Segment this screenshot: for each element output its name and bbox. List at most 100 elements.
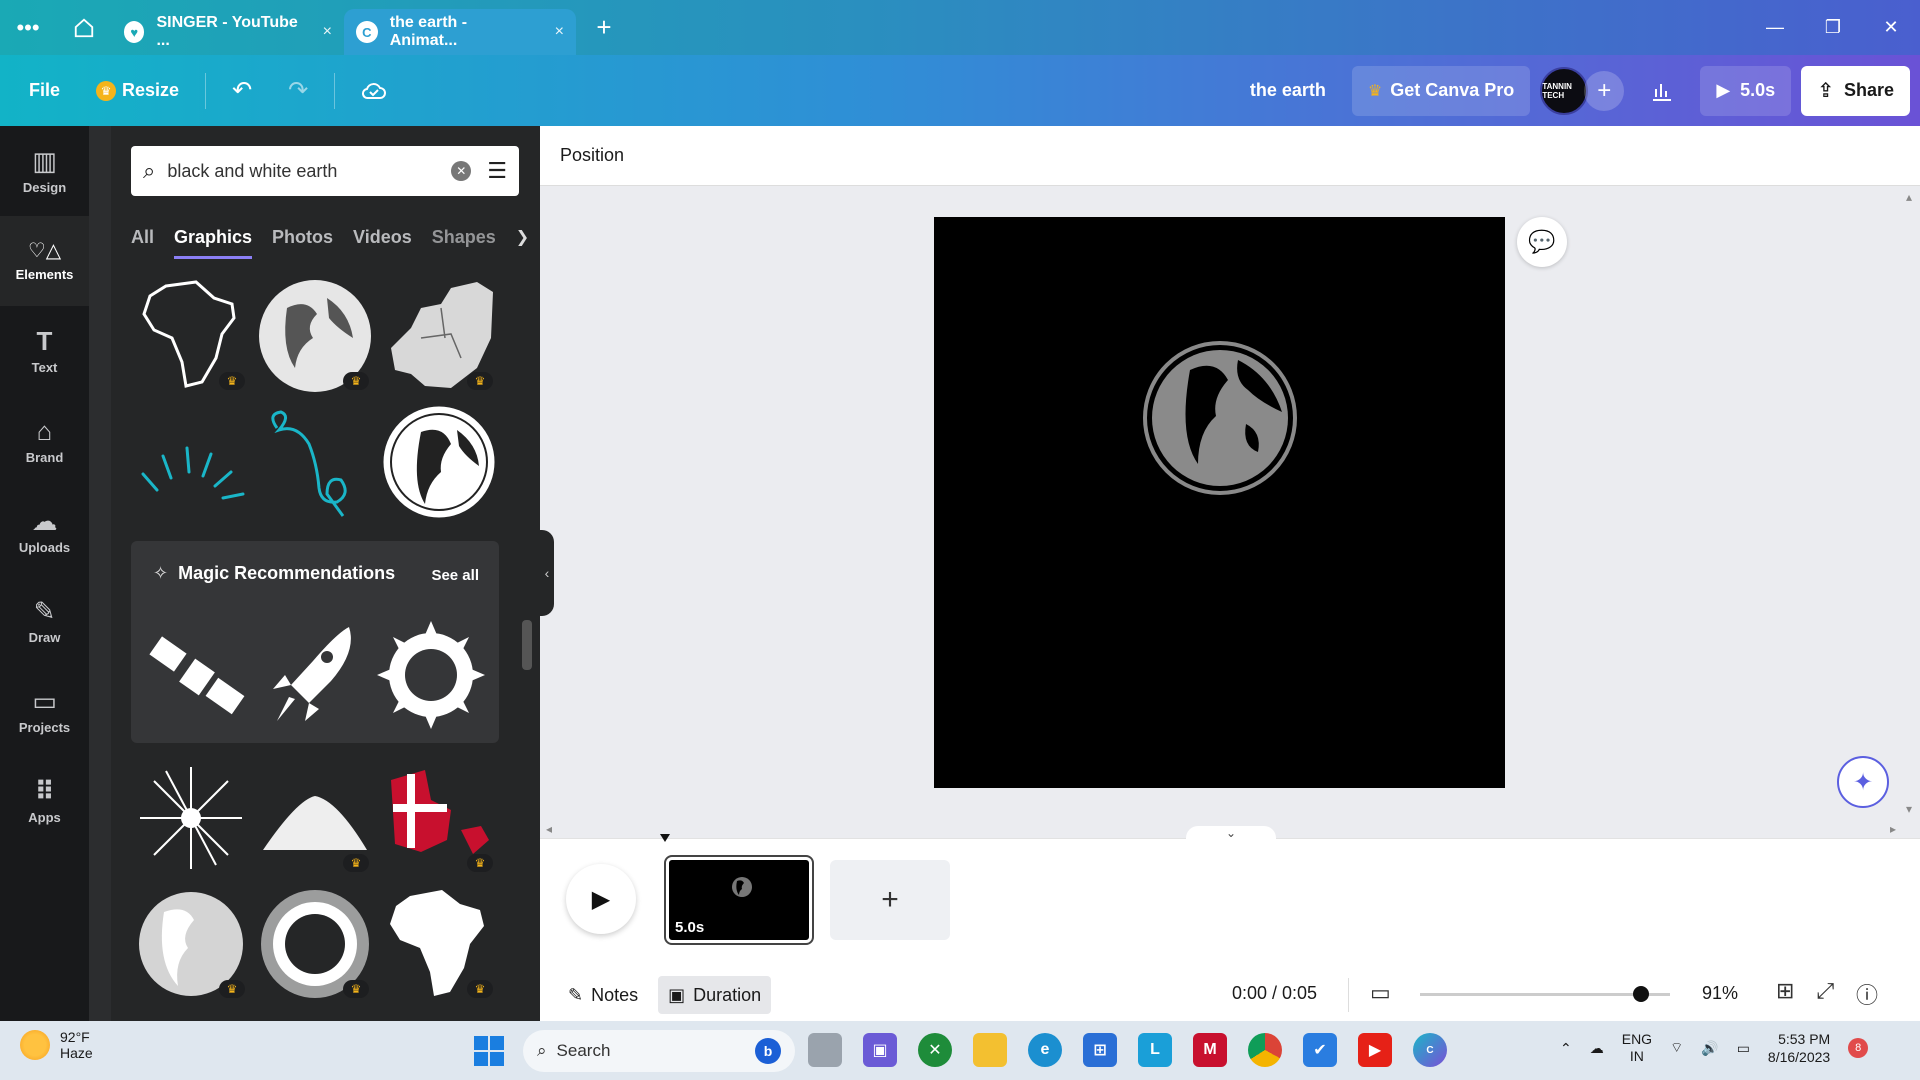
graphic-rocket[interactable]: [261, 621, 361, 731]
sidebar-item-brand[interactable]: ⌂ Brand: [0, 396, 89, 486]
search-value[interactable]: black and white earth: [167, 161, 451, 182]
search-input[interactable]: ⌕ black and white earth ✕ ☰: [131, 146, 519, 196]
close-icon[interactable]: ×: [555, 23, 564, 41]
position-button[interactable]: Position: [560, 145, 624, 166]
add-comment-icon[interactable]: 💬: [1517, 217, 1567, 267]
file-menu[interactable]: File: [0, 66, 78, 116]
sidebar-item-text[interactable]: T Text: [0, 306, 89, 396]
tab-all[interactable]: All: [131, 227, 154, 248]
sidebar-item-apps[interactable]: ⠿ Apps: [0, 756, 89, 846]
teams-chat-icon[interactable]: ▣: [863, 1033, 897, 1067]
page-thumbnail[interactable]: 5.0s: [664, 855, 814, 945]
close-window-icon[interactable]: ✕: [1862, 0, 1920, 55]
zoom-slider-knob[interactable]: [1632, 986, 1649, 1002]
mcafee-icon[interactable]: M: [1193, 1033, 1227, 1067]
taskbar-search[interactable]: ⌕ Search b: [523, 1030, 795, 1072]
magic-sparkle-icon[interactable]: ✦: [1837, 756, 1889, 808]
undo-icon[interactable]: ↶: [214, 66, 270, 116]
graphic-teal-squiggle[interactable]: [257, 404, 373, 520]
chrome-icon[interactable]: [1248, 1033, 1282, 1067]
sidebar-item-draw[interactable]: ✎ Draw: [0, 576, 89, 666]
new-tab-button[interactable]: +: [576, 8, 632, 48]
scroll-left-icon[interactable]: ◂: [546, 822, 552, 836]
volume-icon[interactable]: 🔊: [1701, 1040, 1718, 1057]
doc-title[interactable]: the earth: [1234, 66, 1342, 116]
task-view-icon[interactable]: [808, 1033, 842, 1067]
wifi-icon[interactable]: ⌔: [1670, 1039, 1683, 1057]
sidebar-item-projects[interactable]: ▭ Projects: [0, 666, 89, 756]
bing-icon[interactable]: b: [755, 1038, 781, 1064]
graphic-globe-outline[interactable]: [381, 404, 497, 520]
weather-widget[interactable]: 92°F Haze: [20, 1029, 93, 1061]
graphic-globe-americas[interactable]: ♛: [133, 886, 249, 1002]
browser-menu-icon[interactable]: •••: [0, 8, 56, 48]
xbox-icon[interactable]: ✕: [918, 1033, 952, 1067]
minimize-icon[interactable]: —: [1746, 0, 1804, 55]
tab-graphics[interactable]: Graphics: [174, 227, 253, 259]
canva-app-icon[interactable]: C: [1413, 1033, 1447, 1067]
microsoft-store-icon[interactable]: ⊞: [1083, 1033, 1117, 1067]
chevron-down-icon[interactable]: ⌄: [1186, 826, 1276, 840]
tab-photos[interactable]: Photos: [272, 227, 333, 248]
add-page-button[interactable]: +: [830, 860, 950, 940]
home-icon[interactable]: [56, 8, 112, 48]
get-pro-button[interactable]: ♛ Get Canva Pro: [1351, 65, 1531, 116]
chevron-up-icon[interactable]: ⌃: [1560, 1040, 1572, 1057]
graphic-starburst[interactable]: [133, 760, 249, 876]
todo-icon[interactable]: ✔: [1303, 1033, 1337, 1067]
graphic-europe-map[interactable]: ♛: [381, 278, 497, 394]
notes-button[interactable]: ✎ Notes: [558, 976, 648, 1014]
insights-icon[interactable]: [1634, 66, 1690, 116]
tab-shapes[interactable]: Shapes: [432, 227, 496, 248]
cloud-saved-icon[interactable]: [343, 66, 405, 116]
timeline-play-button[interactable]: ▶: [566, 864, 636, 934]
playhead-marker[interactable]: [660, 834, 670, 844]
l-app-icon[interactable]: L: [1138, 1033, 1172, 1067]
fullscreen-icon[interactable]: ⤢: [1816, 978, 1834, 1010]
panel-scrollbar[interactable]: [520, 262, 534, 1017]
notification-badge[interactable]: 8: [1848, 1038, 1869, 1059]
see-all-link[interactable]: See all: [431, 567, 479, 584]
scroll-down-icon[interactable]: ▾: [1906, 802, 1912, 816]
add-people-icon[interactable]: +: [1584, 70, 1625, 111]
scroll-up-icon[interactable]: ▴: [1906, 190, 1912, 204]
graphic-africa-white[interactable]: ♛: [381, 886, 497, 1002]
clear-icon[interactable]: ✕: [451, 161, 472, 181]
edge-icon[interactable]: e: [1028, 1033, 1062, 1067]
zoom-slider[interactable]: [1420, 986, 1670, 1002]
duration-button[interactable]: ▣ Duration: [658, 976, 772, 1014]
scroll-right-icon[interactable]: ▸: [1890, 822, 1896, 836]
battery-icon[interactable]: ▭: [1737, 1040, 1750, 1057]
tab-videos[interactable]: Videos: [353, 227, 412, 248]
help-icon[interactable]: ⓘ: [1856, 978, 1878, 1010]
youtube-icon[interactable]: ▶: [1358, 1033, 1392, 1067]
graphic-snow-pile[interactable]: ♛: [257, 760, 373, 876]
canvas-vertical-scrollbar[interactable]: ▴ ▾: [1900, 186, 1920, 820]
restore-icon[interactable]: ❐: [1804, 0, 1862, 55]
zoom-value[interactable]: 91%: [1702, 983, 1738, 1004]
graphic-sun-gear[interactable]: [377, 621, 485, 729]
resize-button[interactable]: ♛ Resize: [78, 66, 197, 116]
windows-start-icon[interactable]: [474, 1036, 504, 1066]
tab-canva[interactable]: C the earth - Animat... ×: [344, 9, 576, 55]
panel-left-scrollbar[interactable]: [89, 126, 111, 1021]
file-explorer-icon[interactable]: [973, 1033, 1007, 1067]
page-view-icon[interactable]: ▭: [1370, 980, 1391, 1006]
chevron-right-icon[interactable]: ❯: [516, 227, 529, 247]
filter-icon[interactable]: ☰: [487, 158, 507, 184]
sidebar-item-design[interactable]: ▥ Design: [0, 126, 89, 216]
grid-view-icon[interactable]: ⊞: [1776, 978, 1794, 1010]
graphic-teal-burst[interactable]: [133, 404, 249, 520]
graphic-globe-white[interactable]: ♛: [257, 278, 373, 394]
share-button[interactable]: ⇪ Share: [1801, 65, 1910, 116]
sidebar-item-elements[interactable]: ♡△ Elements: [0, 216, 89, 306]
graphic-satellite[interactable]: [147, 627, 247, 727]
graphic-africa-outline[interactable]: ♛: [133, 278, 249, 394]
sidebar-item-uploads[interactable]: ☁ Uploads: [0, 486, 89, 576]
input-language[interactable]: ENG IN: [1622, 1031, 1652, 1066]
design-canvas[interactable]: [934, 217, 1505, 788]
onedrive-cloud-icon[interactable]: ☁: [1590, 1040, 1604, 1057]
avatar[interactable]: TANNIN TECH: [1540, 66, 1589, 115]
canvas-globe-graphic[interactable]: [1142, 340, 1298, 496]
close-icon[interactable]: ×: [323, 23, 332, 41]
